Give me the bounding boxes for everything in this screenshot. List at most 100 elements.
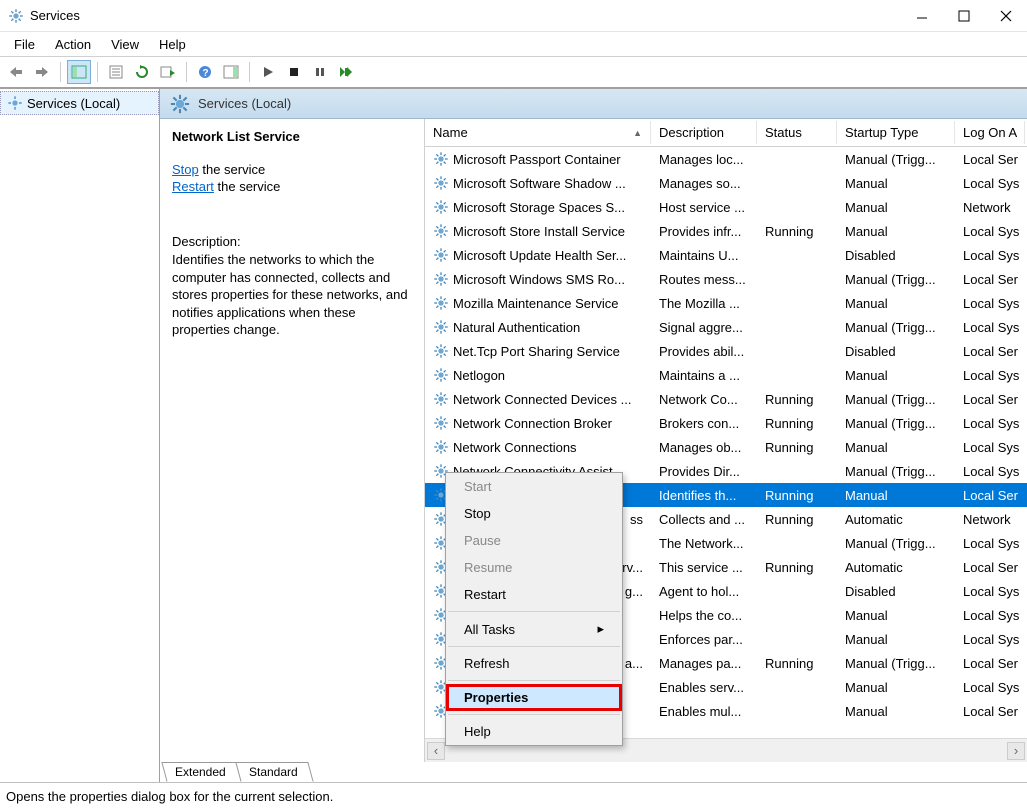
cell-startup: Disabled (837, 246, 955, 265)
cell-name: Microsoft Store Install Service (425, 221, 651, 241)
table-row[interactable]: Network Connected Devices ...Network Co.… (425, 387, 1027, 411)
cell-startup: Manual (837, 678, 955, 697)
menu-file[interactable]: File (4, 34, 45, 55)
cell-logon: Local Sys (955, 222, 1025, 241)
svg-text:?: ? (203, 68, 209, 79)
tree-item-services-local[interactable]: Services (Local) (0, 91, 159, 115)
column-logon[interactable]: Log On A (955, 121, 1025, 144)
cell-name: Net.Tcp Port Sharing Service (425, 341, 651, 361)
cell-status (757, 589, 837, 593)
back-button[interactable] (4, 60, 28, 84)
table-row[interactable]: Microsoft Passport ContainerManages loc.… (425, 147, 1027, 171)
cm-resume[interactable]: Resume (446, 554, 622, 581)
table-row[interactable]: Network Connection BrokerBrokers con...R… (425, 411, 1027, 435)
export-list-button[interactable] (156, 60, 180, 84)
table-row[interactable]: Microsoft Software Shadow ...Manages so.… (425, 171, 1027, 195)
column-status[interactable]: Status (757, 121, 837, 144)
pause-service-button[interactable] (308, 60, 332, 84)
table-row[interactable]: Microsoft Storage Spaces S...Host servic… (425, 195, 1027, 219)
action-pane-button[interactable] (219, 60, 243, 84)
table-row[interactable]: Network ConnectionsManages ob...RunningM… (425, 435, 1027, 459)
help-button[interactable]: ? (193, 60, 217, 84)
cell-logon: Local Sys (955, 630, 1025, 649)
properties-button[interactable] (104, 60, 128, 84)
cell-logon: Local Sys (955, 678, 1025, 697)
cell-startup: Manual (Trigg... (837, 150, 955, 169)
tree-pane: Services (Local) (0, 89, 160, 782)
cell-startup: Manual (837, 630, 955, 649)
cell-status (757, 301, 837, 305)
cell-logon: Local Sys (955, 438, 1025, 457)
menu-help[interactable]: Help (149, 34, 196, 55)
column-startup-type[interactable]: Startup Type (837, 121, 955, 144)
status-bar: Opens the properties dialog box for the … (0, 782, 1027, 810)
cm-refresh[interactable]: Refresh (446, 650, 622, 677)
cell-desc: Collects and ... (651, 510, 757, 529)
cell-status (757, 205, 837, 209)
maximize-button[interactable] (955, 7, 973, 25)
cell-logon: Local Sys (955, 606, 1025, 625)
table-row[interactable]: Net.Tcp Port Sharing ServiceProvides abi… (425, 339, 1027, 363)
cm-help[interactable]: Help (446, 718, 622, 745)
cell-name: Network Connected Devices ... (425, 389, 651, 409)
cm-pause[interactable]: Pause (446, 527, 622, 554)
list-header: Name▲ Description Status Startup Type Lo… (425, 119, 1027, 147)
cm-properties[interactable]: Properties (446, 684, 622, 711)
cell-logon: Local Sys (955, 462, 1025, 481)
cell-status: Running (757, 390, 837, 409)
cell-status (757, 181, 837, 185)
restart-service-link[interactable]: Restart (172, 179, 214, 194)
cell-logon: Network (955, 198, 1025, 217)
scroll-right-icon[interactable]: › (1007, 742, 1025, 760)
description-label: Description: (172, 234, 412, 249)
stop-service-link[interactable]: Stop (172, 162, 199, 177)
close-button[interactable] (997, 7, 1015, 25)
cm-all-tasks[interactable]: All Tasks▸ (446, 615, 622, 643)
cell-status: Running (757, 222, 837, 241)
scroll-left-icon[interactable]: ‹ (427, 742, 445, 760)
cell-startup: Manual (837, 366, 955, 385)
table-row[interactable]: NetlogonMaintains a ...ManualLocal Sys (425, 363, 1027, 387)
refresh-button[interactable] (130, 60, 154, 84)
details-body: Network List Service Stop the service Re… (160, 119, 1027, 762)
minimize-button[interactable] (913, 7, 931, 25)
table-row[interactable]: Microsoft Update Health Ser...Maintains … (425, 243, 1027, 267)
restart-suffix: the service (214, 179, 280, 194)
restart-service-button[interactable] (334, 60, 358, 84)
cell-status: Running (757, 510, 837, 529)
table-row[interactable]: Microsoft Windows SMS Ro...Routes mess..… (425, 267, 1027, 291)
cell-status (757, 373, 837, 377)
cell-logon: Local Ser (955, 558, 1025, 577)
start-service-button[interactable] (256, 60, 280, 84)
table-row[interactable]: Mozilla Maintenance ServiceThe Mozilla .… (425, 291, 1027, 315)
cell-desc: Provides Dir... (651, 462, 757, 481)
cell-name: Natural Authentication (425, 317, 651, 337)
table-row[interactable]: Natural AuthenticationSignal aggre...Man… (425, 315, 1027, 339)
cell-startup: Automatic (837, 558, 955, 577)
gear-icon (170, 94, 190, 114)
menu-action[interactable]: Action (45, 34, 101, 55)
stop-service-button[interactable] (282, 60, 306, 84)
cell-name: Microsoft Software Shadow ... (425, 173, 651, 193)
cm-restart[interactable]: Restart (446, 581, 622, 608)
window-title: Services (30, 8, 913, 23)
cm-stop[interactable]: Stop (446, 500, 622, 527)
tab-standard[interactable]: Standard (235, 762, 313, 782)
column-name[interactable]: Name▲ (425, 121, 651, 144)
cell-desc: This service ... (651, 558, 757, 577)
cell-status (757, 469, 837, 473)
forward-button[interactable] (30, 60, 54, 84)
column-description[interactable]: Description (651, 121, 757, 144)
menu-view[interactable]: View (101, 34, 149, 55)
table-row[interactable]: Microsoft Store Install ServiceProvides … (425, 219, 1027, 243)
cm-start[interactable]: Start (446, 473, 622, 500)
tabs-footer: Extended Standard (160, 762, 1027, 782)
cell-startup: Manual (Trigg... (837, 654, 955, 673)
cell-status: Running (757, 654, 837, 673)
show-hide-console-tree-button[interactable] (67, 60, 91, 84)
tab-extended[interactable]: Extended (161, 762, 241, 782)
cell-logon: Network (955, 510, 1025, 529)
cell-name: Microsoft Update Health Ser... (425, 245, 651, 265)
cell-desc: Enables mul... (651, 702, 757, 721)
cell-logon: Local Ser (955, 654, 1025, 673)
